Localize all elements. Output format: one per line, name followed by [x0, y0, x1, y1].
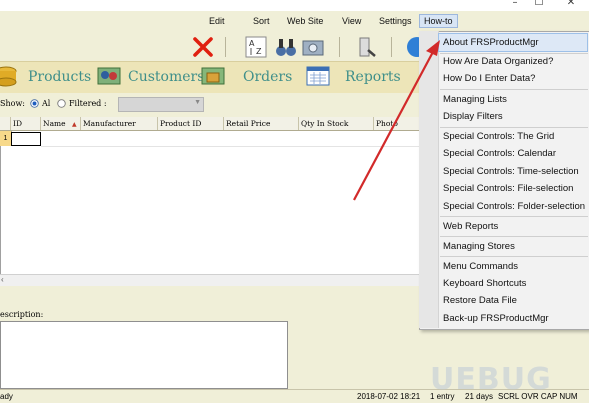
col-name-label: Name [43, 119, 66, 128]
menu-item-time-selection[interactable]: Special Controls: Time-selection [443, 166, 579, 177]
toolbar-separator [225, 37, 226, 57]
radio-filtered[interactable] [57, 99, 66, 108]
menu-howto[interactable]: How-to [419, 14, 458, 28]
menu-item-grid[interactable]: Special Controls: The Grid [443, 131, 554, 142]
col-product-id[interactable]: Product ID [158, 117, 224, 130]
filter-select[interactable]: ▼ [118, 97, 204, 112]
radio-filtered-label: Filtered : [69, 99, 107, 108]
menu-separator [440, 256, 588, 257]
svg-text:Z: Z [256, 47, 262, 56]
delete-x-icon[interactable] [192, 36, 214, 58]
menu-separator [440, 53, 588, 54]
menu-settings[interactable]: Settings [379, 16, 412, 26]
menu-item-enter-data[interactable]: How Do I Enter Data? [443, 73, 535, 84]
menu-item-display-filters[interactable]: Display Filters [443, 111, 503, 122]
chevron-down-icon: ▼ [194, 99, 201, 106]
tab-products[interactable]: Products [28, 69, 91, 85]
menu-item-menu-commands[interactable]: Menu Commands [443, 261, 518, 272]
sort-asc-icon: ▲ [71, 121, 77, 128]
menu-separator [440, 216, 588, 217]
tab-orders[interactable]: Orders [243, 69, 292, 85]
tab-customers[interactable]: Customers [128, 69, 204, 85]
products-icon[interactable] [0, 65, 18, 87]
sort-az-icon[interactable]: A Z [245, 36, 267, 58]
menu-item-file-selection[interactable]: Special Controls: File-selection [443, 183, 573, 194]
menu-item-web-reports[interactable]: Web Reports [443, 221, 498, 232]
description-field[interactable] [0, 321, 288, 389]
watermark-logo: UEBUG [430, 362, 552, 397]
col-manufacturer[interactable]: Manufacturer [81, 117, 158, 130]
menu-item-managing-lists[interactable]: Managing Lists [443, 94, 507, 105]
radio-all-label: Al [42, 99, 51, 108]
col-id[interactable]: ID [11, 117, 41, 130]
menu-item-about[interactable]: About FRSProductMgr [443, 37, 539, 48]
menu-sort[interactable]: Sort [253, 16, 270, 26]
menu-separator [440, 89, 588, 90]
annotation-arrow [353, 40, 440, 201]
status-text: ady [0, 392, 13, 401]
minimize-button[interactable]: – [504, 0, 526, 9]
scroll-left-icon[interactable]: ‹ [1, 275, 4, 284]
description-label: escription: [0, 310, 44, 319]
reports-icon[interactable] [306, 65, 330, 87]
title-bar: – ☐ ✕ [0, 0, 589, 11]
menu-website[interactable]: Web Site [287, 16, 323, 26]
menu-item-restore-data[interactable]: Restore Data File [443, 295, 517, 306]
menu-bar: Edit Sort Web Site View Settings How-to [0, 11, 589, 31]
status-datetime: 2018-07-02 18:21 [357, 392, 421, 401]
show-label: Show: [0, 99, 25, 108]
menu-view[interactable]: View [342, 16, 361, 26]
binoculars-icon[interactable] [275, 36, 297, 58]
customers-icon[interactable] [97, 65, 121, 87]
col-name[interactable]: Name ▲ [41, 117, 81, 130]
grid-cell-active[interactable] [11, 132, 41, 146]
svg-text:A: A [249, 39, 255, 48]
menu-item-folder-selection[interactable]: Special Controls: Folder-selection [443, 201, 585, 212]
col-retail-price[interactable]: Retail Price [224, 117, 299, 130]
menu-item-backup[interactable]: Back-up FRSProductMgr [443, 313, 549, 324]
row-header-corner [0, 117, 11, 130]
menu-separator [440, 236, 588, 237]
menu-edit[interactable]: Edit [209, 16, 225, 26]
menu-item-data-organized[interactable]: How Are Data Organized? [443, 56, 553, 67]
horizontal-scrollbar[interactable]: ‹ [0, 274, 430, 286]
orders-icon[interactable] [201, 65, 225, 87]
radio-all[interactable] [30, 99, 39, 108]
camera-icon[interactable] [302, 36, 324, 58]
close-window-button[interactable]: ✕ [560, 0, 582, 9]
menu-item-calendar[interactable]: Special Controls: Calendar [443, 148, 556, 159]
maximize-button[interactable]: ☐ [528, 0, 550, 9]
menu-separator [440, 127, 588, 128]
menu-item-keyboard-shortcuts[interactable]: Keyboard Shortcuts [443, 278, 526, 289]
menu-item-managing-stores[interactable]: Managing Stores [443, 241, 515, 252]
